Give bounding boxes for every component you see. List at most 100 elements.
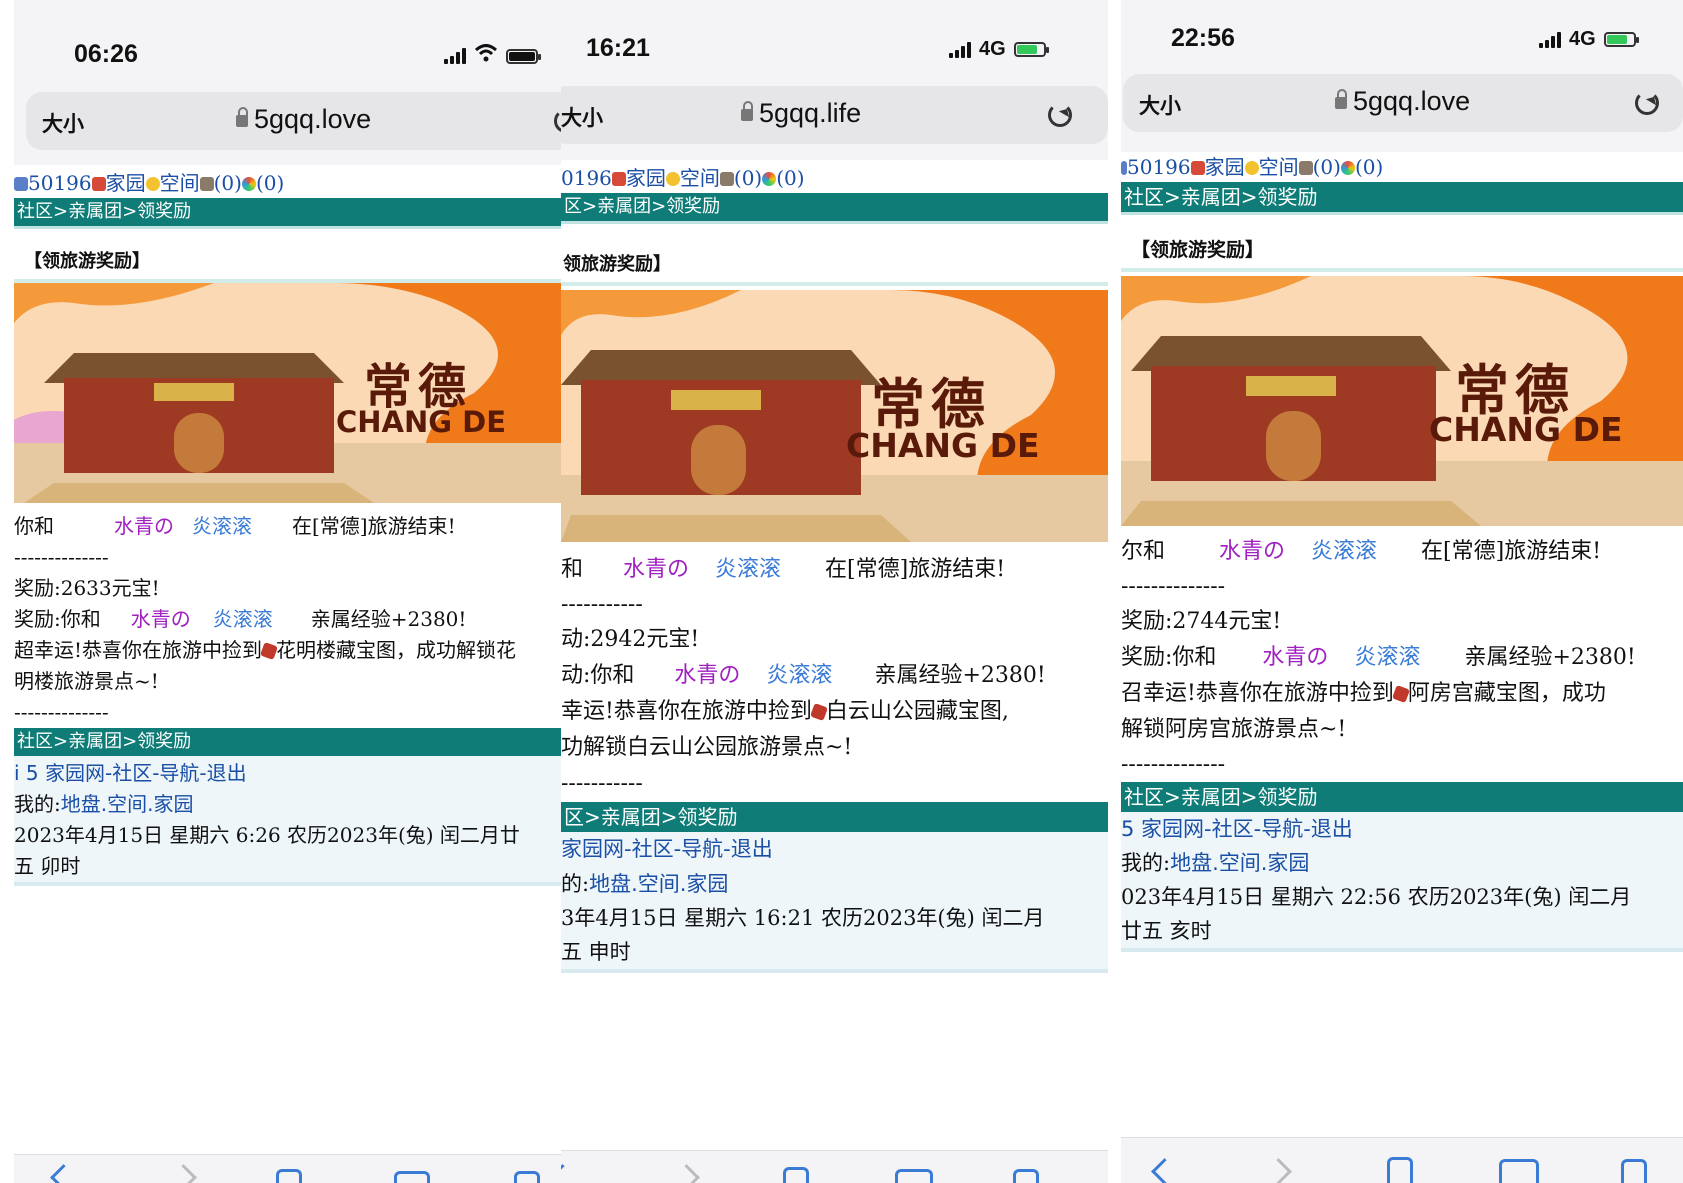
breadcrumb[interactable]: 区>亲属团>领奖励 (561, 193, 1108, 224)
back-icon[interactable] (1151, 1158, 1178, 1183)
breadcrumb[interactable]: 社区>亲属团>领奖励 (1121, 182, 1683, 215)
bookmarks-icon[interactable] (394, 1171, 430, 1183)
footer-mine-line: 我的:地盘.空间.家园 (1121, 846, 1683, 880)
member-name-2[interactable]: 炎滚滚 (1311, 539, 1377, 564)
page-heading: 领旅游奖励】 (561, 224, 1108, 286)
tabs-icon[interactable] (514, 1171, 540, 1183)
user-id-link[interactable]: 0196 (561, 166, 612, 190)
member-name-2[interactable]: 炎滚滚 (1354, 645, 1420, 670)
member-name-1[interactable]: 水青の (131, 607, 191, 631)
mine-links[interactable]: 地盘.空间.家园 (61, 792, 194, 816)
page-heading: 【领旅游奖励】 (1121, 215, 1683, 272)
address-domain[interactable]: 5gqq.love (1335, 86, 1470, 117)
lock-icon (1335, 88, 1347, 109)
battery-icon (506, 48, 541, 64)
text-size-button[interactable]: 大小 (1139, 90, 1181, 120)
mine-links[interactable]: 地盘.空间.家园 (589, 872, 728, 896)
footer-nav-links[interactable]: 家园网-社区-导航-退出 (561, 832, 1108, 867)
reload-icon[interactable] (1635, 91, 1659, 115)
member-name-1[interactable]: 水青の (623, 557, 689, 582)
forward-icon[interactable] (673, 1164, 700, 1183)
back-icon[interactable] (561, 1164, 576, 1183)
count-link-1[interactable]: (0) (1313, 155, 1341, 179)
divider-text: -------------- (1121, 574, 1226, 599)
count-link-2[interactable]: (0) (1355, 155, 1383, 179)
banner-city-en: CHANG DE (336, 405, 507, 439)
url-bar[interactable]: 大小 5gqq.life (561, 86, 1108, 144)
footer-breadcrumb[interactable]: 区>亲属团>领奖励 (561, 802, 1108, 832)
text-size-button[interactable]: 大小 (42, 108, 84, 138)
home-icon (611, 172, 626, 186)
footer-date-line-2: 五 卯时 (14, 854, 81, 878)
space-link[interactable]: 空间 (1259, 155, 1299, 179)
member-name-1[interactable]: 水青の (114, 514, 174, 538)
user-id-link[interactable]: 50196 (28, 171, 92, 195)
count-link-2[interactable]: (0) (776, 166, 804, 190)
footer-breadcrumb[interactable]: 社区>亲属团>领奖励 (14, 728, 564, 756)
footer-breadcrumb[interactable]: 社区>亲属团>领奖励 (1121, 782, 1683, 812)
address-domain[interactable]: 5gqq.life (741, 98, 861, 129)
share-icon[interactable] (1387, 1157, 1413, 1183)
status-and-browser-bar: 16:21 4G 大小 5gqq.life (561, 0, 1108, 160)
lock-icon (236, 106, 248, 127)
forward-icon[interactable] (1265, 1158, 1292, 1183)
browser-toolbar (14, 1154, 564, 1183)
trip-end-text: 在[常德]旅游结束! (1421, 539, 1602, 564)
home-icon (1190, 161, 1205, 175)
text-size-button[interactable]: 大小 (561, 102, 603, 132)
home-link[interactable]: 家园 (1205, 155, 1245, 179)
footer-date-line-2: 廿五 亥时 (1121, 919, 1212, 943)
address-domain[interactable]: 5gqq.love (236, 104, 371, 135)
space-link[interactable]: 空间 (160, 171, 200, 195)
share-icon[interactable] (276, 1169, 302, 1183)
footer-nav-links[interactable]: i 5 家园网-社区-导航-退出 (14, 756, 564, 789)
member-name-1[interactable]: 水青の (674, 663, 740, 688)
back-icon[interactable] (50, 1164, 77, 1183)
lucky-text-1: 超幸运!恭喜你在旅游中捡到 (14, 638, 263, 662)
url-bar[interactable]: 大小 5gqq.love (26, 92, 564, 150)
temple-illustration (1121, 276, 1683, 526)
reload-icon[interactable] (1048, 103, 1072, 127)
member-name-2[interactable]: 炎滚滚 (766, 663, 832, 688)
divider-text-2: -------------- (1121, 752, 1226, 777)
home-link[interactable]: 家园 (106, 171, 146, 195)
breadcrumb[interactable]: 社区>亲属团>领奖励 (14, 198, 564, 229)
member-name-2[interactable]: 炎滚滚 (715, 557, 781, 582)
cellular-signal-icon (949, 41, 971, 58)
member-name-2[interactable]: 炎滚滚 (213, 607, 273, 631)
footer-nav-links[interactable]: 5 家园网-社区-导航-退出 (1121, 812, 1683, 846)
you-and-text: 和 (561, 557, 584, 582)
status-time: 16:21 (586, 34, 650, 62)
lucky-text-2: 阿房宫藏宝图，成功 (1407, 681, 1606, 706)
count-link-2[interactable]: (0) (256, 171, 284, 195)
member-name-1[interactable]: 水青の (1262, 645, 1328, 670)
star-icon (145, 177, 160, 191)
member-name-2[interactable]: 炎滚滚 (192, 514, 252, 538)
count-link-1[interactable]: (0) (734, 166, 762, 190)
network-type: 4G (979, 38, 1006, 60)
tabs-icon[interactable] (1621, 1159, 1647, 1183)
mine-links[interactable]: 地盘.空间.家园 (1170, 851, 1309, 875)
member-name-1[interactable]: 水青の (1219, 539, 1285, 564)
browser-toolbar (1121, 1137, 1683, 1183)
star-icon (1244, 161, 1259, 175)
bookmarks-icon[interactable] (895, 1169, 933, 1183)
space-link[interactable]: 空间 (680, 166, 720, 190)
home-link[interactable]: 家园 (626, 166, 666, 190)
user-id-link[interactable]: 50196 (1127, 155, 1191, 179)
reward-exp-line: 奖励:你和 水青の 炎滚滚 亲属经验+2380! (1121, 640, 1683, 676)
url-bar[interactable]: 大小 5gqq.love (1123, 74, 1683, 132)
lucky-text-1: 召幸运!恭喜你在旅游中捡到 (1121, 681, 1394, 706)
changde-banner-image: 常德 CHANG DE (561, 290, 1108, 542)
reward-exp-line: 奖励:你和 水青の 炎滚滚 亲属经验+2380! (14, 604, 564, 635)
phone-screenshot-1: 06:26 大小 5gqq.love 50196 家园 空间 (0) (0) 社区>亲属… (14, 0, 564, 1183)
count-link-1[interactable]: (0) (214, 171, 242, 195)
lucky-text-2: 白云山公园藏宝图, (825, 699, 1009, 724)
cellular-signal-icon (444, 48, 466, 64)
tabs-icon[interactable] (1013, 1169, 1039, 1183)
share-icon[interactable] (783, 1167, 809, 1183)
bookmarks-icon[interactable] (1499, 1159, 1539, 1183)
forward-icon[interactable] (170, 1164, 197, 1183)
reward-exp-prefix: 奖励:你和 (1121, 645, 1217, 670)
network-type: 4G (1569, 28, 1596, 50)
